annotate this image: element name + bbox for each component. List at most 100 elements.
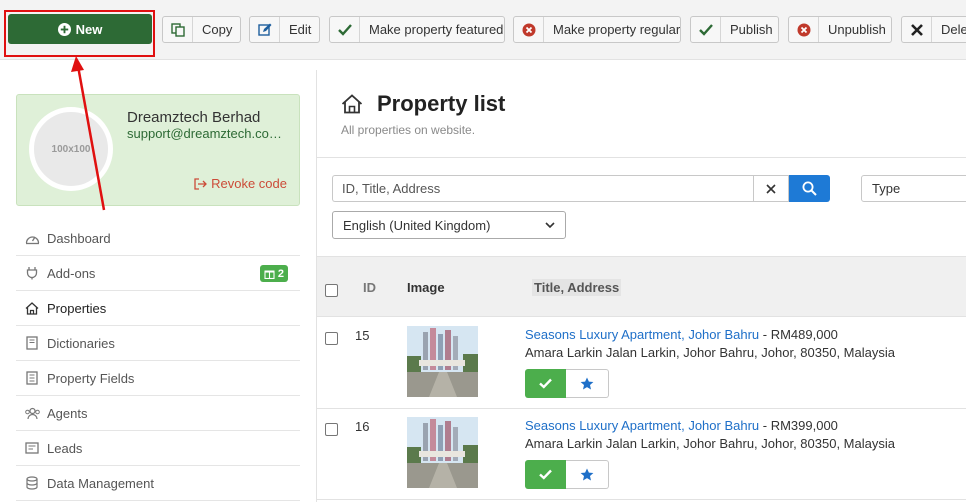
sign-out-icon [194,177,208,190]
row-actions [525,460,609,489]
mail-icon [22,438,42,458]
row-checkbox[interactable] [325,423,338,436]
property-thumbnail[interactable] [407,417,478,488]
add-ons-count: 2 [277,267,284,280]
property-price: - RM489,000 [759,327,838,342]
make-regular-label: Make property regular [553,22,681,37]
check-icon [691,17,721,42]
header-divider [317,157,966,158]
plug-icon [22,263,42,283]
close-icon [902,17,932,42]
book-icon [22,333,42,353]
new-button[interactable]: New [8,14,152,44]
edit-button-label: Edit [289,22,312,37]
delete-button[interactable]: Delete [901,16,966,43]
remove-circle-icon [789,17,819,42]
star-icon [580,377,594,390]
avatar: 100x100 [29,107,113,191]
property-thumbnail[interactable] [407,326,478,397]
row-id: 15 [355,328,370,343]
table-row: 16 Seasons Luxury Apartment, Johor Bahru… [317,409,966,500]
search-button[interactable] [789,175,830,202]
featured-toggle-button[interactable] [566,369,609,398]
check-icon [539,469,552,480]
sidebar-item-dashboard[interactable]: Dashboard [16,221,300,256]
sidebar-menu: Dashboard Add-ons 2 Properties Dictionar… [16,221,300,501]
language-select-value: English (United Kingdom) [343,217,491,233]
row-actions [525,369,609,398]
published-toggle-button[interactable] [525,460,566,489]
sidebar-item-label: Add-ons [47,265,96,281]
copy-button[interactable]: Copy [162,16,241,43]
unpublish-button[interactable]: Unpublish [788,16,892,43]
sidebar-item-label: Property Fields [47,370,135,386]
sidebar-item-properties[interactable]: Properties [16,291,300,326]
sidebar-item-label: Properties [47,300,107,316]
edit-icon [250,17,280,42]
sidebar-item-property-fields[interactable]: Property Fields [16,361,300,396]
close-icon [766,183,776,194]
sidebar-item-add-ons[interactable]: Add-ons 2 [16,256,300,291]
page-title: Property list [377,91,506,116]
property-title-link[interactable]: Seasons Luxury Apartment, Johor Bahru [525,418,759,433]
toolbar: New Copy Edit Make property featured Mak… [0,0,966,60]
check-icon [539,378,552,389]
users-icon [22,403,42,423]
table-header: ID Image Title, Address [317,256,966,317]
profile-email[interactable]: support@dreamztech.com.my [127,126,287,141]
make-regular-button[interactable]: Make property regular [513,16,681,43]
published-toggle-button[interactable] [525,369,566,398]
featured-toggle-button[interactable] [566,460,609,489]
page-header: Property list [341,91,505,117]
check-icon [330,17,360,42]
copy-button-label: Copy [202,22,233,37]
search-bar [332,175,830,202]
property-address: Amara Larkin Jalan Larkin, Johor Bahru, … [525,345,895,360]
column-header-id[interactable]: ID [363,280,376,295]
make-featured-label: Make property featured [369,22,504,37]
make-featured-button[interactable]: Make property featured [329,16,505,43]
property-title: Seasons Luxury Apartment, Johor Bahru - … [525,418,838,433]
revoke-code-link[interactable]: Revoke code [194,176,287,191]
chevron-down-icon [545,222,555,228]
list-icon [22,368,42,388]
publish-label: Publish [730,22,773,37]
star-icon [580,468,594,481]
row-checkbox[interactable] [325,332,338,345]
sidebar-item-agents[interactable]: Agents [16,396,300,431]
add-ons-count-badge: 2 [259,265,288,282]
dashboard-icon [22,228,42,248]
search-input[interactable] [332,175,753,202]
column-header-image: Image [407,280,445,295]
avatar-placeholder-text: 100x100 [51,143,91,155]
remove-circle-icon [514,17,544,42]
new-button-label: New [75,21,103,37]
delete-label: Delete [941,22,966,37]
home-icon [22,298,42,318]
table-row: 15 Seasons Luxury Apartment, Johor Bahru… [317,318,966,409]
sidebar-item-label: Dictionaries [47,335,115,351]
column-header-title[interactable]: Title, Address [532,279,622,296]
publish-button[interactable]: Publish [690,16,779,43]
property-title-link[interactable]: Seasons Luxury Apartment, Johor Bahru [525,327,759,342]
sidebar: 100x100 Dreamztech Berhad support@dreamz… [0,61,316,502]
sidebar-item-leads[interactable]: Leads [16,431,300,466]
home-icon [341,94,363,114]
sidebar-item-dictionaries[interactable]: Dictionaries [16,326,300,361]
gift-icon [264,268,275,279]
property-price: - RM399,000 [759,418,838,433]
sidebar-item-label: Agents [47,405,88,421]
select-all-checkbox[interactable] [325,284,338,297]
sidebar-item-data-management[interactable]: Data Management [16,466,300,501]
main-content: Property list All properties on website.… [317,61,966,502]
copy-icon [163,17,193,42]
property-title: Seasons Luxury Apartment, Johor Bahru - … [525,327,838,342]
profile-card: 100x100 Dreamztech Berhad support@dreamz… [16,94,300,206]
edit-button[interactable]: Edit [249,16,320,43]
profile-name: Dreamztech Berhad [127,109,261,126]
page-subtitle: All properties on website. [341,123,476,137]
clear-search-button[interactable] [753,175,789,202]
type-filter-select[interactable]: Type [861,175,966,202]
search-icon [802,181,817,196]
language-select[interactable]: English (United Kingdom) [332,211,566,239]
